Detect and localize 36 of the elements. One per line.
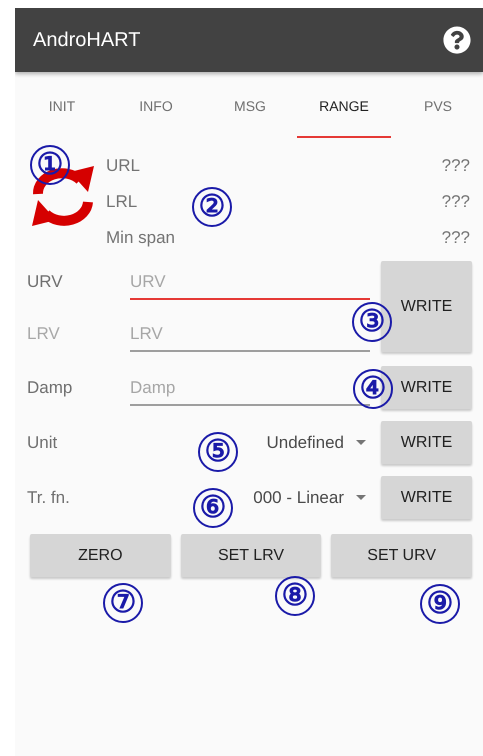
- field-label: Tr. fn.: [27, 488, 71, 508]
- dropdown[interactable]: Undefined: [266, 432, 370, 452]
- field-label: Damp: [27, 378, 74, 398]
- limit-value: ???: [442, 156, 470, 176]
- write-button[interactable]: WRITE: [381, 421, 472, 464]
- field-label: URV: [27, 272, 64, 292]
- limit-value: ???: [442, 192, 470, 212]
- caret-icon: [356, 440, 366, 445]
- input-field[interactable]: URV: [130, 272, 370, 300]
- tab[interactable]: MSG: [203, 72, 297, 138]
- tab[interactable]: INFO: [109, 72, 203, 138]
- help-icon[interactable]: [443, 26, 471, 54]
- number-marker: ②: [192, 187, 232, 227]
- number-marker: ⑦: [103, 583, 143, 623]
- number-marker: ⑤: [198, 432, 238, 472]
- limit-label: URL: [106, 156, 140, 176]
- action-button[interactable]: ZERO: [30, 534, 171, 577]
- limit-label: LRL: [106, 192, 138, 212]
- write-button[interactable]: WRITE: [381, 476, 472, 519]
- app-title: AndroHART: [33, 28, 140, 52]
- tab[interactable]: INIT: [15, 72, 109, 138]
- action-button[interactable]: SET LRV: [180, 534, 322, 577]
- number-marker: ⑨: [420, 584, 460, 624]
- caret-icon: [356, 495, 366, 500]
- number-marker: ⑥: [193, 488, 233, 528]
- number-marker: ④: [353, 369, 393, 409]
- tab[interactable]: RANGE: [297, 72, 391, 138]
- number-marker: ③: [352, 302, 392, 342]
- tab[interactable]: PVS: [391, 72, 483, 138]
- field-label: Unit: [27, 432, 58, 452]
- limit-label: Min span: [106, 228, 175, 248]
- limit-value: ???: [442, 228, 470, 248]
- action-button[interactable]: SET URV: [331, 534, 472, 577]
- number-marker: ⑧: [275, 576, 315, 616]
- dropdown[interactable]: 000 - Linear: [253, 488, 370, 508]
- field-label: LRV: [27, 324, 61, 344]
